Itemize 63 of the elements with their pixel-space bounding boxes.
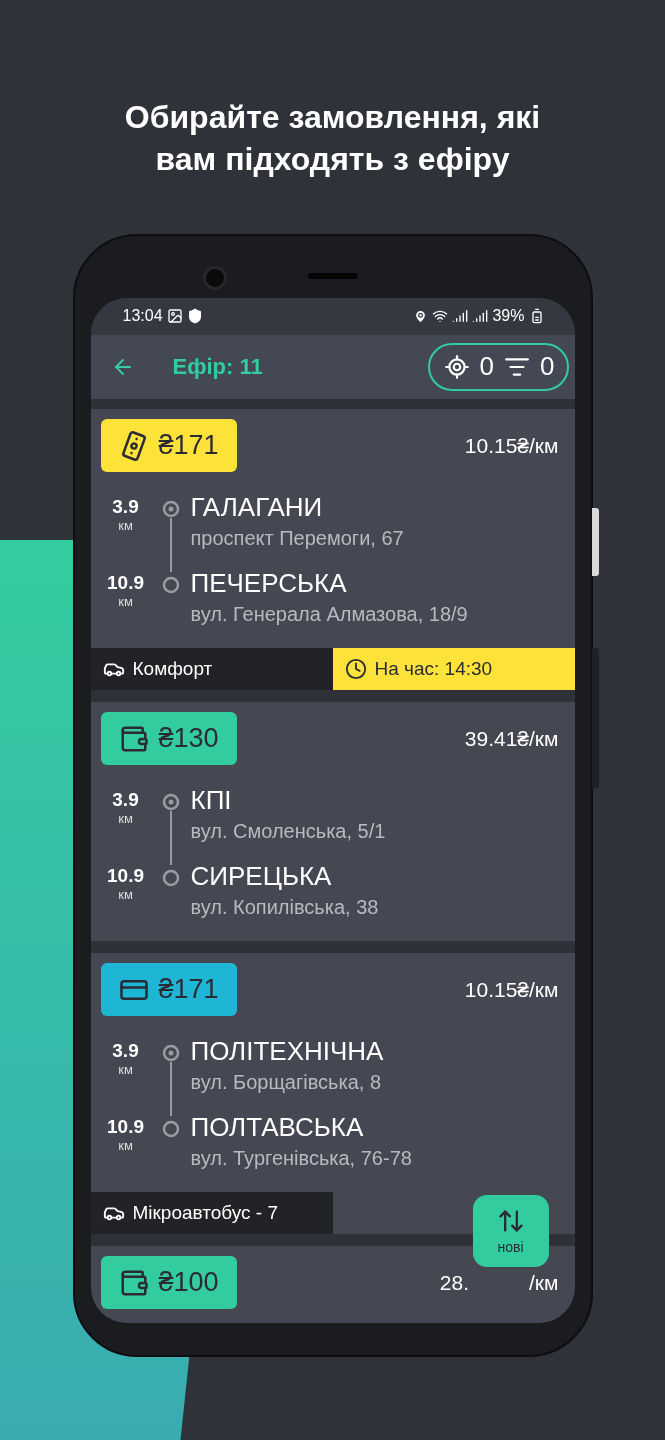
stop-address: вул. Тургенівська, 76-78	[190, 1147, 412, 1170]
distance-unit: км	[118, 594, 133, 609]
radius-count: 0	[479, 351, 495, 383]
stop-address: вул. Смоленська, 5/1	[190, 820, 386, 843]
location-icon	[413, 308, 429, 324]
distance-unit: км	[118, 518, 133, 533]
image-icon	[166, 308, 183, 325]
filter-pill[interactable]: 0 0	[427, 342, 569, 391]
stop-name: ПОЛТАВСЬКА	[190, 1112, 365, 1143]
origin-dot-icon	[161, 1044, 180, 1062]
shield-icon	[186, 308, 203, 325]
stop-name: ГАЛАГАНИ	[190, 492, 324, 523]
price-per-km: 10.15₴/км	[464, 977, 559, 1002]
destination-dot-icon	[161, 869, 180, 887]
stop-name: ПЕЧЕРСЬКА	[190, 568, 348, 599]
stop-address: вул. Борщагівська, 8	[190, 1071, 383, 1094]
distance-unit: км	[118, 1062, 133, 1077]
stop-address: вул. Копилівська, 38	[190, 896, 379, 919]
distance-unit: км	[118, 811, 133, 826]
camera	[202, 266, 227, 290]
new-orders-button[interactable]: нові	[472, 1195, 549, 1267]
wifi-icon	[432, 308, 449, 325]
price: ₴100	[158, 1267, 219, 1298]
distance-unit: км	[118, 1138, 133, 1153]
distance-value: 3.9	[112, 1040, 139, 1062]
car-class-tag: Мікроавтобус - 7	[90, 1192, 333, 1234]
distance-value: 10.9	[107, 1116, 144, 1138]
distance-value: 3.9	[112, 496, 139, 518]
stop-name: СИРЕЦЬКА	[190, 861, 333, 892]
signal-icon	[452, 308, 469, 325]
price-per-km: 28.	[439, 1270, 470, 1295]
destination-dot-icon	[161, 576, 180, 594]
filter-count: 0	[540, 351, 555, 383]
origin-dot-icon	[161, 793, 180, 811]
distance-value: 3.9	[112, 789, 139, 811]
price-per-km: /км	[529, 1270, 559, 1295]
stop-name: КПІ	[190, 785, 233, 816]
price: ₴171	[158, 974, 219, 1005]
price-per-km: 10.15₴/км	[464, 433, 559, 458]
scheduled-time-tag: На час: 14:30	[332, 648, 575, 690]
status-time: 13:04	[122, 307, 163, 326]
battery-percent: 39%	[492, 307, 525, 326]
distance-unit: км	[118, 887, 133, 902]
screen-title: Ефір: 11	[172, 353, 264, 380]
price: ₴171	[158, 430, 219, 461]
crosshair-icon	[443, 353, 470, 380]
price-per-km: 39.41₴/км	[464, 726, 559, 751]
signal-icon	[472, 308, 489, 325]
distance-value: 10.9	[107, 572, 144, 594]
stop-name: ПОЛІТЕХНІЧНА	[190, 1036, 384, 1067]
car-class-tag: Комфорт	[90, 648, 333, 690]
order-card[interactable]: ₴171 10.15₴/км 3.9 км ГАЛАГАНИ проспект Перемоги, 67 10.9 км ПЕЧЕРСЬКА вул. Генерала Алмазова, 18/9 Комфорт На час: 14:30	[90, 409, 575, 690]
order-card[interactable]: ₴130 39.41₴/км 3.9 км КПІ вул. Смоленська, 5/1 10.9 км СИРЕЦЬКА вул. Копилівська, 38	[90, 702, 575, 941]
price: ₴130	[158, 723, 219, 754]
destination-dot-icon	[161, 1120, 180, 1138]
distance-value: 10.9	[107, 865, 144, 887]
speaker	[307, 273, 358, 279]
stop-address: вул. Генерала Алмазова, 18/9	[190, 603, 468, 626]
headline: Обирайте замовлення, які вам підходять з ефіру	[123, 98, 542, 179]
origin-dot-icon	[161, 500, 180, 518]
order-card[interactable]: ₴171 10.15₴/км 3.9 км ПОЛІТЕХНІЧНА вул. Борщагівська, 8 10.9 км ПОЛТАВСЬКА вул. Тургенівська, 76-78 Мікроавтобус - 7	[90, 953, 575, 1234]
stop-address: проспект Перемоги, 67	[190, 527, 404, 550]
clock-icon	[344, 658, 367, 680]
